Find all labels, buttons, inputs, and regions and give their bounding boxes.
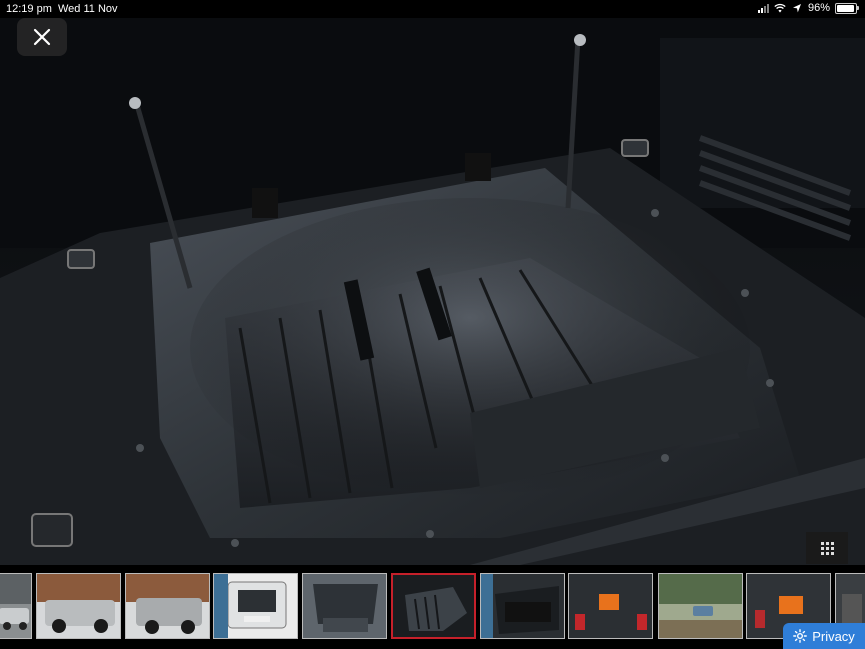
thumbnail-active[interactable] [391, 573, 476, 639]
close-button[interactable] [17, 18, 67, 56]
cargo-tray-image [0, 18, 865, 565]
thumbnail[interactable] [36, 573, 121, 639]
location-icon [792, 4, 801, 13]
thumbnail-strip [0, 565, 865, 649]
status-time: 12:19 pm [6, 3, 52, 15]
thumbnail[interactable] [480, 573, 565, 639]
thumbnail[interactable] [302, 573, 387, 639]
thumbnail[interactable] [568, 573, 653, 639]
status-right: 96% [757, 2, 859, 14]
gear-icon [793, 629, 808, 643]
main-photo [0, 18, 865, 565]
status-bar: 12:19 pm Wed 11 Nov 96% [0, 0, 865, 18]
battery-percent: 96% [807, 2, 830, 14]
status-date: Wed 11 Nov [58, 3, 118, 15]
privacy-button[interactable]: Privacy [783, 623, 865, 649]
thumbnail[interactable] [125, 573, 210, 639]
grid-view-button[interactable] [806, 532, 848, 564]
wifi-icon [774, 3, 786, 13]
grid-icon [820, 541, 834, 555]
privacy-label: Privacy [812, 628, 855, 644]
battery-icon [835, 2, 859, 14]
close-icon [33, 28, 51, 46]
thumbnail[interactable] [0, 573, 32, 639]
signal-icon [757, 3, 769, 13]
thumbnail[interactable] [658, 573, 743, 639]
thumbnail[interactable] [213, 573, 298, 639]
